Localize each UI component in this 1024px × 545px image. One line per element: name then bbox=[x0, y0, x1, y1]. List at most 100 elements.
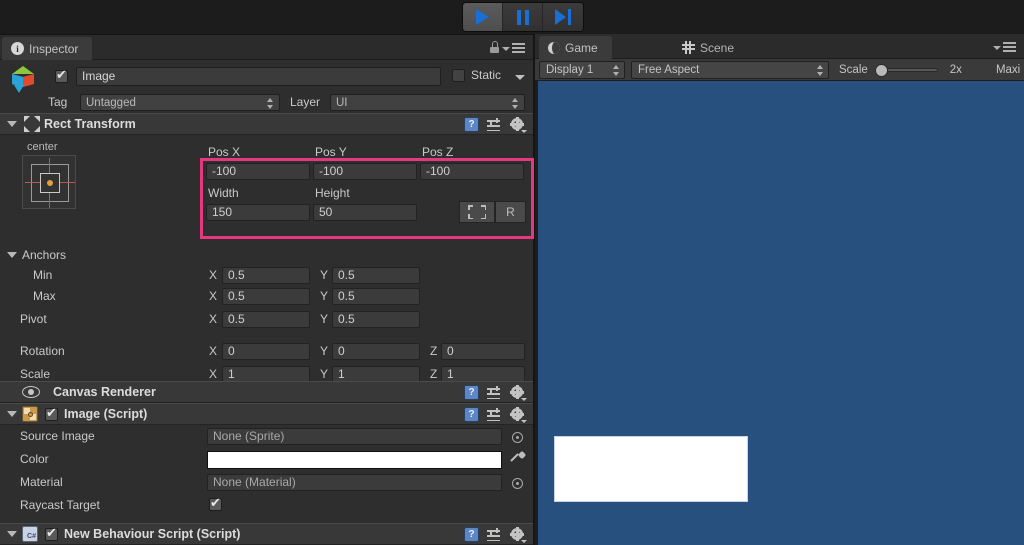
tab-game-label: Game bbox=[565, 40, 598, 55]
lock-icon[interactable] bbox=[490, 41, 499, 53]
preset-icon[interactable] bbox=[487, 117, 502, 132]
inspector-menu-icon[interactable] bbox=[502, 43, 525, 55]
game-tabbar: Game Scene bbox=[535, 34, 1024, 59]
tab-scene[interactable]: Scene bbox=[673, 36, 748, 59]
axis-x-label: X bbox=[209, 289, 218, 303]
source-image-row: Source Image None (Sprite) bbox=[0, 425, 533, 448]
pause-button[interactable] bbox=[503, 3, 543, 31]
pos-y-input[interactable]: -100 bbox=[313, 163, 417, 180]
axis-x-label: X bbox=[209, 312, 218, 326]
chevron-updown-icon bbox=[817, 65, 824, 76]
csharp-script-icon: C# bbox=[22, 526, 38, 542]
game-white-image-object bbox=[554, 436, 748, 502]
rect-transform-body: center middle Pos X Pos Y Pos Z -100 -10… bbox=[0, 135, 534, 245]
canvas-renderer-title: Canvas Renderer bbox=[53, 385, 156, 399]
anchors-title: Anchors bbox=[22, 248, 67, 262]
anchors-block: Anchors Min X 0.5 Y 0.5 Max X 0.5 Y 0.5 … bbox=[0, 245, 533, 383]
material-field[interactable]: None (Material) bbox=[207, 474, 502, 491]
anchors-foldout-icon[interactable] bbox=[7, 252, 17, 258]
anchor-min-y-input[interactable]: 0.5 bbox=[332, 267, 420, 284]
source-image-field[interactable]: None (Sprite) bbox=[207, 428, 502, 445]
aspect-dropdown[interactable]: Free Aspect bbox=[631, 60, 829, 79]
static-checkbox[interactable] bbox=[452, 69, 465, 82]
anchor-max-y-input[interactable]: 0.5 bbox=[332, 288, 420, 305]
raycast-target-checkbox[interactable] bbox=[209, 496, 222, 511]
unity-editor-window: i Inspector Image Static Tag bbox=[0, 0, 1024, 545]
gear-icon[interactable] bbox=[510, 117, 527, 133]
game-view-canvas[interactable] bbox=[535, 81, 1024, 545]
color-swatch-field[interactable] bbox=[207, 451, 502, 469]
tag-label: Tag bbox=[48, 95, 68, 109]
preset-icon[interactable] bbox=[487, 385, 502, 400]
behaviour-script-foldout-icon[interactable] bbox=[7, 531, 17, 537]
tag-dropdown[interactable]: Untagged bbox=[80, 94, 280, 111]
width-input[interactable]: 150 bbox=[206, 204, 310, 221]
help-icon[interactable]: ? bbox=[464, 527, 479, 542]
height-input[interactable]: 50 bbox=[313, 204, 417, 221]
raycast-target-row: Raycast Target bbox=[0, 494, 533, 517]
gear-icon[interactable] bbox=[510, 385, 527, 401]
image-script-enabled-checkbox[interactable] bbox=[45, 406, 58, 421]
eyedropper-icon[interactable] bbox=[510, 450, 527, 467]
step-icon bbox=[555, 9, 571, 25]
playback-toolbar bbox=[0, 0, 1024, 34]
axis-y-label: Y bbox=[320, 312, 329, 326]
anchor-preset-widget[interactable] bbox=[22, 155, 76, 209]
axis-z-label: Z bbox=[430, 344, 438, 358]
gameobject-name-input[interactable]: Image bbox=[76, 67, 441, 86]
preset-icon[interactable] bbox=[487, 407, 502, 422]
axis-z-label: Z bbox=[430, 367, 438, 381]
inspector-tabbar: i Inspector bbox=[0, 35, 533, 60]
pivot-y-input[interactable]: 0.5 bbox=[332, 311, 420, 328]
behaviour-script-header[interactable]: C# New Behaviour Script (Script) ? bbox=[0, 523, 533, 545]
eye-icon bbox=[22, 386, 40, 398]
gear-icon[interactable] bbox=[510, 407, 527, 423]
step-button[interactable] bbox=[543, 3, 583, 31]
pivot-x-input[interactable]: 0.5 bbox=[222, 311, 310, 328]
behaviour-script-title: New Behaviour Script (Script) bbox=[64, 527, 241, 541]
pos-z-label: Pos Z bbox=[422, 145, 454, 159]
gear-icon[interactable] bbox=[510, 527, 527, 543]
behaviour-script-enabled-checkbox[interactable] bbox=[45, 526, 58, 541]
scale-slider-knob[interactable] bbox=[874, 63, 888, 77]
rotation-z-input[interactable]: 0 bbox=[441, 343, 525, 360]
rotation-y-input[interactable]: 0 bbox=[332, 343, 420, 360]
blueprint-mode-button[interactable] bbox=[459, 201, 495, 223]
maximize-on-play-label[interactable]: Maxi bbox=[996, 64, 1020, 76]
play-button[interactable] bbox=[463, 3, 503, 31]
layer-dropdown[interactable]: UI bbox=[330, 94, 525, 111]
image-script-header[interactable]: Image (Script) ? bbox=[0, 403, 533, 425]
axis-x-label: X bbox=[209, 367, 218, 381]
tab-inspector[interactable]: i Inspector bbox=[2, 37, 93, 60]
anchor-max-x-input[interactable]: 0.5 bbox=[222, 288, 310, 305]
static-dropdown-caret-icon[interactable] bbox=[515, 75, 525, 80]
rotation-x-input[interactable]: 0 bbox=[222, 343, 310, 360]
preset-icon[interactable] bbox=[487, 527, 502, 542]
image-script-foldout-icon[interactable] bbox=[7, 411, 17, 417]
color-label: Color bbox=[20, 452, 49, 466]
rect-transform-header[interactable]: Rect Transform ? bbox=[0, 113, 533, 135]
canvas-renderer-header[interactable]: Canvas Renderer ? bbox=[0, 381, 533, 403]
scale-slider[interactable] bbox=[874, 63, 938, 77]
playback-button-group bbox=[462, 2, 584, 32]
object-picker-icon[interactable] bbox=[512, 478, 523, 489]
pos-y-label: Pos Y bbox=[315, 145, 347, 159]
help-icon[interactable]: ? bbox=[464, 117, 479, 132]
height-label: Height bbox=[315, 186, 350, 200]
anchor-min-x-input[interactable]: 0.5 bbox=[222, 267, 310, 284]
help-icon[interactable]: ? bbox=[464, 385, 479, 400]
tab-game[interactable]: Game bbox=[539, 36, 612, 59]
pos-x-input[interactable]: -100 bbox=[206, 163, 310, 180]
raw-edit-mode-button[interactable]: R bbox=[495, 201, 526, 223]
pos-z-input[interactable]: -100 bbox=[420, 163, 524, 180]
gameobject-enabled-checkbox[interactable] bbox=[55, 68, 68, 83]
axis-y-label: Y bbox=[320, 268, 329, 282]
game-menu-icon[interactable] bbox=[993, 42, 1016, 54]
rect-transform-foldout-icon[interactable] bbox=[7, 121, 17, 127]
help-icon[interactable]: ? bbox=[464, 407, 479, 422]
display-dropdown[interactable]: Display 1 bbox=[539, 60, 625, 79]
rect-transform-icon bbox=[24, 116, 40, 132]
display-value: Display 1 bbox=[546, 63, 594, 76]
object-picker-icon[interactable] bbox=[512, 432, 523, 443]
tab-scene-label: Scene bbox=[700, 40, 735, 55]
